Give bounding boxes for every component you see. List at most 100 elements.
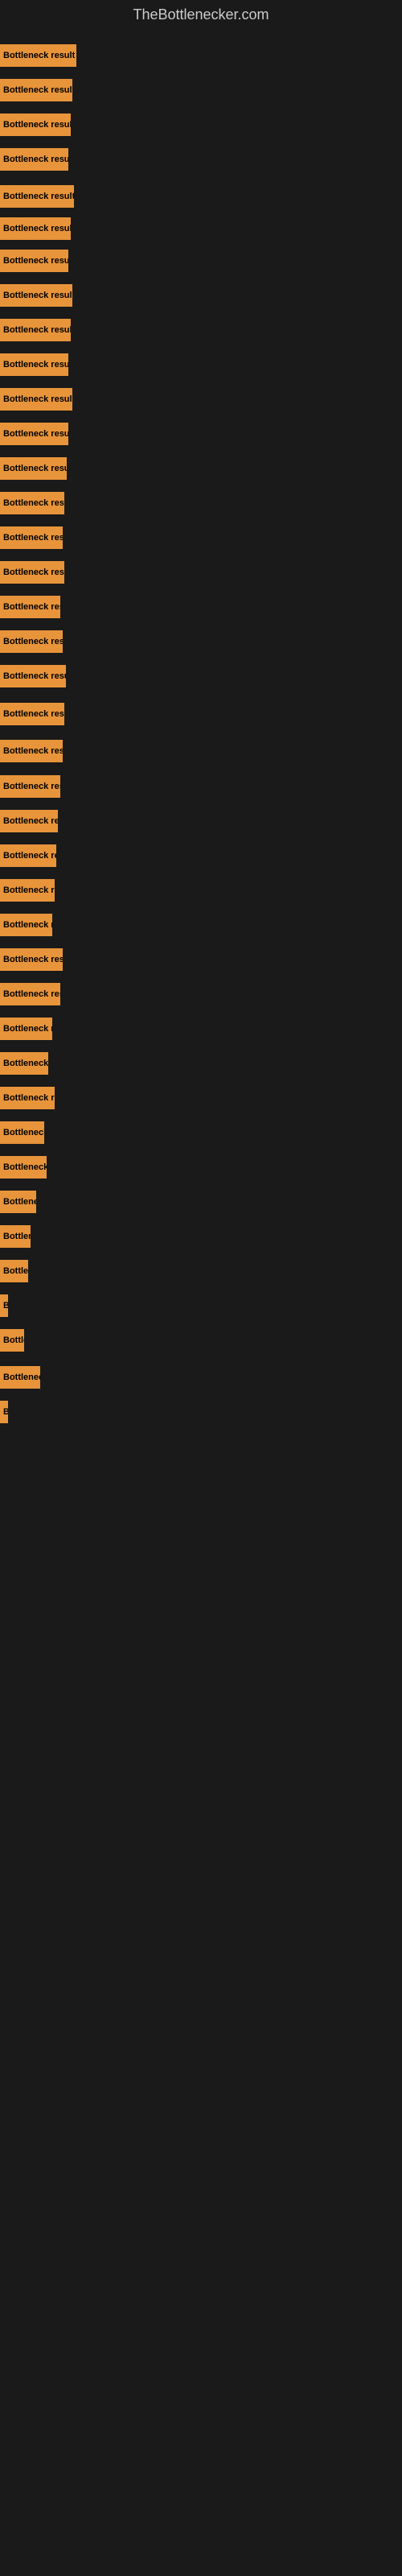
bar-item: Bottleneck result — [0, 1401, 8, 1423]
bar-label: Bottleneck result — [3, 1232, 31, 1241]
bottleneck-bar: Bottleneck result — [0, 284, 72, 307]
bar-item: Bottleneck result — [0, 914, 52, 936]
bar-item: Bottleneck result — [0, 148, 68, 171]
bar-item: Bottleneck result — [0, 703, 64, 725]
bar-label: Bottleneck result — [3, 1024, 52, 1034]
bar-item: Bottleneck result — [0, 526, 63, 549]
bar-label: Bottleneck result — [3, 1197, 36, 1207]
bottleneck-bar: Bottleneck result — [0, 185, 74, 208]
bottleneck-bar: Bottleneck result — [0, 457, 67, 480]
bar-item: Bottleneck result — [0, 44, 76, 67]
bar-item: Bottleneck result — [0, 561, 64, 584]
bar-item: Bottleneck result — [0, 250, 68, 272]
bar-label: Bottleneck result — [3, 1373, 40, 1382]
bottleneck-bar: Bottleneck result — [0, 703, 64, 725]
bar-label: Bottleneck result — [3, 394, 72, 404]
bar-item: Bottleneck result — [0, 1156, 47, 1179]
bottleneck-bar: Bottleneck result — [0, 665, 66, 687]
bottleneck-bar: Bottleneck result — [0, 1401, 8, 1423]
bar-label: Bottleneck result — [3, 955, 63, 964]
bar-label: Bottleneck result — [3, 192, 74, 201]
bar-label: Bottleneck result — [3, 498, 64, 508]
bar-label: Bottleneck result — [3, 1266, 28, 1276]
bottleneck-bar: Bottleneck result — [0, 914, 52, 936]
bar-label: Bottleneck result — [3, 325, 71, 335]
chart-area: Bottleneck result Bottleneck result Bottle… — [0, 27, 402, 2562]
bar-label: Bottleneck result — [3, 120, 71, 130]
bottleneck-bar: Bottleneck result — [0, 810, 58, 832]
bar-label: Bottleneck result — [3, 709, 64, 719]
bar-item: Bottleneck result — [0, 844, 56, 867]
bottleneck-bar: Bottleneck result — [0, 1366, 40, 1389]
bar-item: Bottleneck result — [0, 79, 72, 101]
bottleneck-bar: Bottleneck result — [0, 775, 60, 798]
bottleneck-bar: Bottleneck result — [0, 879, 55, 902]
bar-label: Bottleneck result — [3, 1162, 47, 1172]
bar-item: Bottleneck result — [0, 1121, 44, 1144]
bottleneck-bar: Bottleneck result — [0, 1191, 36, 1213]
bar-label: Bottleneck result — [3, 989, 60, 999]
bottleneck-bar: Bottleneck result — [0, 423, 68, 445]
bar-item: Bottleneck result — [0, 1260, 28, 1282]
bottleneck-bar: Bottleneck result — [0, 1225, 31, 1248]
bar-item: Bottleneck result — [0, 630, 63, 653]
bottleneck-bar: Bottleneck result — [0, 1121, 44, 1144]
bar-label: Bottleneck result — [3, 224, 71, 233]
bar-label: Bottleneck result — [3, 1301, 8, 1311]
bar-item: Bottleneck result — [0, 423, 68, 445]
bar-item: Bottleneck result — [0, 353, 68, 376]
bar-item: Bottleneck result — [0, 948, 63, 971]
bar-item: Bottleneck result — [0, 185, 74, 208]
bottleneck-bar: Bottleneck result — [0, 79, 72, 101]
bottleneck-bar: Bottleneck result — [0, 1087, 55, 1109]
bar-item: Bottleneck result — [0, 217, 71, 240]
bar-label: Bottleneck result — [3, 291, 72, 300]
bar-item: Bottleneck result — [0, 1329, 24, 1352]
bottleneck-bar: Bottleneck result — [0, 1294, 8, 1317]
bottleneck-bar: Bottleneck result — [0, 388, 72, 411]
bottleneck-bar: Bottleneck result — [0, 948, 63, 971]
bar-item: Bottleneck result — [0, 1294, 8, 1317]
bar-label: Bottleneck result — [3, 568, 64, 577]
bottleneck-bar: Bottleneck result — [0, 148, 68, 171]
bar-label: Bottleneck result — [3, 1335, 24, 1345]
bar-item: Bottleneck result — [0, 810, 58, 832]
bottleneck-bar: Bottleneck result — [0, 983, 60, 1005]
bar-item: Bottleneck result — [0, 1018, 52, 1040]
bar-label: Bottleneck result — [3, 429, 68, 439]
bottleneck-bar: Bottleneck result — [0, 1329, 24, 1352]
bar-item: Bottleneck result — [0, 1087, 55, 1109]
bottleneck-bar: Bottleneck result — [0, 740, 63, 762]
bar-item: Bottleneck result — [0, 983, 60, 1005]
bar-item: Bottleneck result — [0, 1191, 36, 1213]
bar-item: Bottleneck result — [0, 388, 72, 411]
bar-label: Bottleneck result — [3, 1407, 8, 1417]
bottleneck-bar: Bottleneck result — [0, 1156, 47, 1179]
bar-item: Bottleneck result — [0, 740, 63, 762]
bar-item: Bottleneck result — [0, 596, 60, 618]
bottleneck-bar: Bottleneck result — [0, 1018, 52, 1040]
bottleneck-bar: Bottleneck result — [0, 114, 71, 136]
bottleneck-bar: Bottleneck result — [0, 844, 56, 867]
bar-label: Bottleneck result — [3, 464, 67, 473]
bar-item: Bottleneck result — [0, 1366, 40, 1389]
bar-item: Bottleneck result — [0, 1052, 48, 1075]
bar-label: Bottleneck result — [3, 816, 58, 826]
bottleneck-bar: Bottleneck result — [0, 217, 71, 240]
bar-label: Bottleneck result — [3, 886, 55, 895]
bottleneck-bar: Bottleneck result — [0, 353, 68, 376]
bar-label: Bottleneck result — [3, 51, 75, 60]
bar-label: Bottleneck result — [3, 155, 68, 164]
bar-label: Bottleneck result — [3, 1059, 48, 1068]
bar-label: Bottleneck result — [3, 1128, 44, 1137]
site-title: TheBottlenecker.com — [0, 0, 402, 27]
bar-label: Bottleneck result — [3, 1093, 55, 1103]
bar-label: Bottleneck result — [3, 920, 52, 930]
bar-label: Bottleneck result — [3, 85, 72, 95]
bar-label: Bottleneck result — [3, 360, 68, 369]
bar-item: Bottleneck result — [0, 492, 64, 514]
bottleneck-bar: Bottleneck result — [0, 319, 71, 341]
bar-label: Bottleneck result — [3, 671, 66, 681]
bottleneck-bar: Bottleneck result — [0, 250, 68, 272]
bar-item: Bottleneck result — [0, 665, 66, 687]
